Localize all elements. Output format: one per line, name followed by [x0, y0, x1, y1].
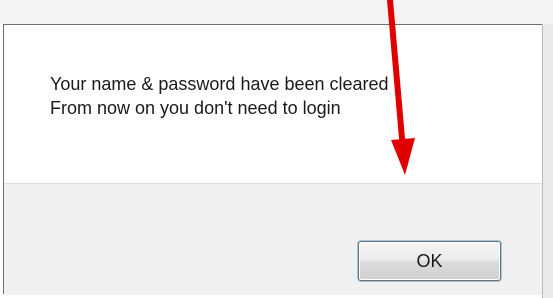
dialog-footer: OK: [4, 183, 542, 295]
dialog-body: Your name & password have been cleared F…: [4, 25, 542, 183]
message-dialog: Your name & password have been cleared F…: [3, 24, 542, 295]
dialog-message-line-1: Your name & password have been cleared: [50, 74, 389, 94]
ok-button[interactable]: OK: [358, 241, 501, 281]
screen: Your name & password have been cleared F…: [0, 0, 553, 298]
window-edge: [542, 24, 553, 298]
dialog-message: Your name & password have been cleared F…: [50, 72, 389, 120]
dialog-message-line-2: From now on you don't need to login: [50, 98, 341, 118]
background-window-strip: [0, 0, 553, 24]
